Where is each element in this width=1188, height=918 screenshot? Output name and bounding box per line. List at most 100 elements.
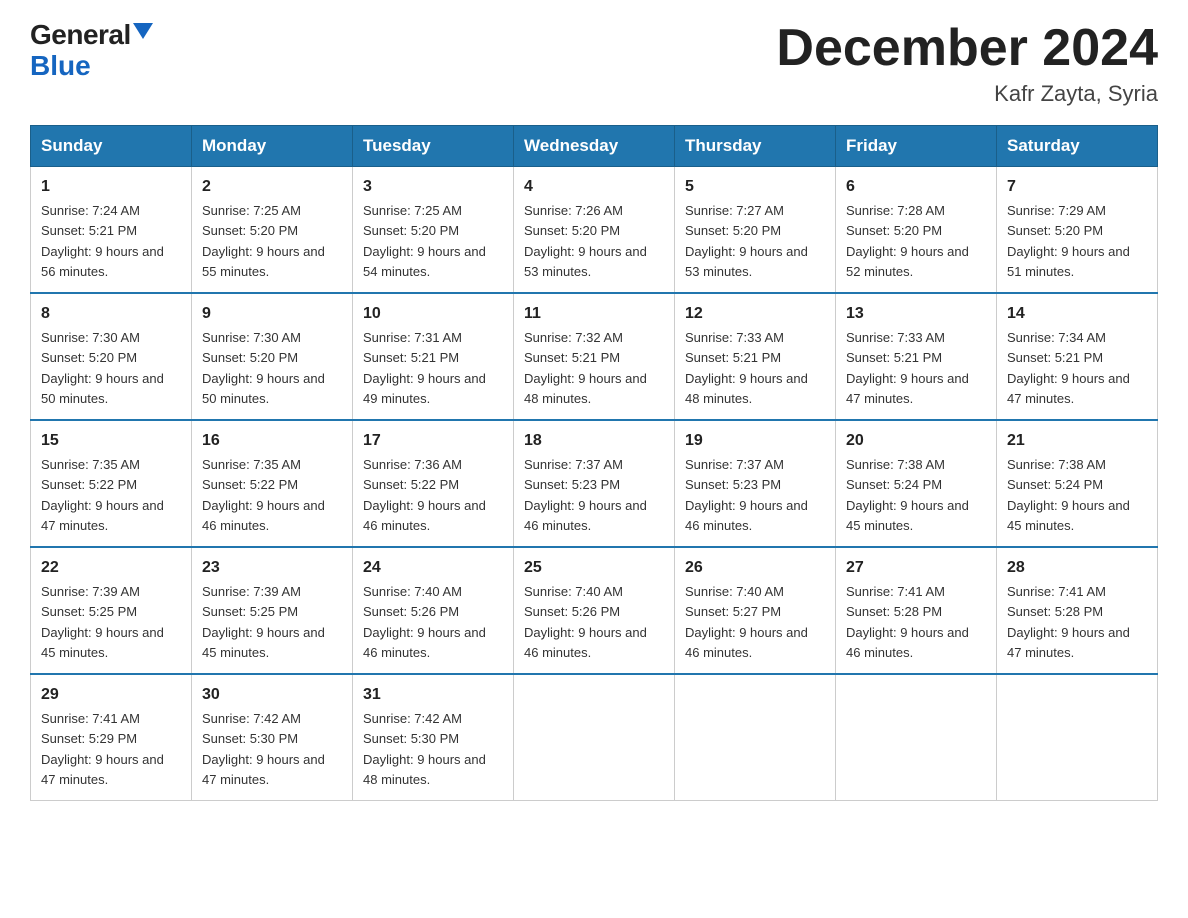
table-row: 26 Sunrise: 7:40 AMSunset: 5:27 PMDaylig… [675, 547, 836, 674]
day-number: 3 [363, 175, 503, 199]
calendar-week-row: 29 Sunrise: 7:41 AMSunset: 5:29 PMDaylig… [31, 674, 1158, 801]
page-header: General Blue December 2024 Kafr Zayta, S… [30, 20, 1158, 107]
day-info: Sunrise: 7:42 AMSunset: 5:30 PMDaylight:… [202, 711, 325, 787]
day-info: Sunrise: 7:33 AMSunset: 5:21 PMDaylight:… [846, 330, 969, 406]
calendar-week-row: 1 Sunrise: 7:24 AMSunset: 5:21 PMDayligh… [31, 167, 1158, 294]
day-number: 25 [524, 556, 664, 580]
day-number: 28 [1007, 556, 1147, 580]
title-block: December 2024 Kafr Zayta, Syria [776, 20, 1158, 107]
table-row [514, 674, 675, 801]
calendar-title: December 2024 [776, 20, 1158, 77]
day-info: Sunrise: 7:34 AMSunset: 5:21 PMDaylight:… [1007, 330, 1130, 406]
day-info: Sunrise: 7:36 AMSunset: 5:22 PMDaylight:… [363, 457, 486, 533]
day-number: 6 [846, 175, 986, 199]
table-row: 20 Sunrise: 7:38 AMSunset: 5:24 PMDaylig… [836, 420, 997, 547]
table-row: 7 Sunrise: 7:29 AMSunset: 5:20 PMDayligh… [997, 167, 1158, 294]
logo-blue-text: Blue [30, 50, 91, 81]
header-wednesday: Wednesday [514, 126, 675, 167]
day-number: 20 [846, 429, 986, 453]
day-info: Sunrise: 7:24 AMSunset: 5:21 PMDaylight:… [41, 203, 164, 279]
table-row: 18 Sunrise: 7:37 AMSunset: 5:23 PMDaylig… [514, 420, 675, 547]
day-number: 23 [202, 556, 342, 580]
table-row: 29 Sunrise: 7:41 AMSunset: 5:29 PMDaylig… [31, 674, 192, 801]
table-row [997, 674, 1158, 801]
day-number: 27 [846, 556, 986, 580]
header-thursday: Thursday [675, 126, 836, 167]
day-number: 29 [41, 683, 181, 707]
calendar-week-row: 8 Sunrise: 7:30 AMSunset: 5:20 PMDayligh… [31, 293, 1158, 420]
table-row: 2 Sunrise: 7:25 AMSunset: 5:20 PMDayligh… [192, 167, 353, 294]
table-row: 30 Sunrise: 7:42 AMSunset: 5:30 PMDaylig… [192, 674, 353, 801]
table-row: 10 Sunrise: 7:31 AMSunset: 5:21 PMDaylig… [353, 293, 514, 420]
day-info: Sunrise: 7:37 AMSunset: 5:23 PMDaylight:… [524, 457, 647, 533]
day-number: 18 [524, 429, 664, 453]
table-row: 14 Sunrise: 7:34 AMSunset: 5:21 PMDaylig… [997, 293, 1158, 420]
table-row: 22 Sunrise: 7:39 AMSunset: 5:25 PMDaylig… [31, 547, 192, 674]
logo-triangle-icon [133, 23, 153, 39]
table-row: 19 Sunrise: 7:37 AMSunset: 5:23 PMDaylig… [675, 420, 836, 547]
table-row: 25 Sunrise: 7:40 AMSunset: 5:26 PMDaylig… [514, 547, 675, 674]
day-info: Sunrise: 7:41 AMSunset: 5:28 PMDaylight:… [846, 584, 969, 660]
table-row: 5 Sunrise: 7:27 AMSunset: 5:20 PMDayligh… [675, 167, 836, 294]
day-number: 8 [41, 302, 181, 326]
day-info: Sunrise: 7:30 AMSunset: 5:20 PMDaylight:… [202, 330, 325, 406]
day-number: 26 [685, 556, 825, 580]
table-row: 1 Sunrise: 7:24 AMSunset: 5:21 PMDayligh… [31, 167, 192, 294]
table-row: 16 Sunrise: 7:35 AMSunset: 5:22 PMDaylig… [192, 420, 353, 547]
table-row: 28 Sunrise: 7:41 AMSunset: 5:28 PMDaylig… [997, 547, 1158, 674]
header-friday: Friday [836, 126, 997, 167]
day-number: 17 [363, 429, 503, 453]
day-info: Sunrise: 7:39 AMSunset: 5:25 PMDaylight:… [202, 584, 325, 660]
day-number: 7 [1007, 175, 1147, 199]
day-number: 11 [524, 302, 664, 326]
header-monday: Monday [192, 126, 353, 167]
table-row: 8 Sunrise: 7:30 AMSunset: 5:20 PMDayligh… [31, 293, 192, 420]
day-info: Sunrise: 7:40 AMSunset: 5:26 PMDaylight:… [363, 584, 486, 660]
day-info: Sunrise: 7:41 AMSunset: 5:29 PMDaylight:… [41, 711, 164, 787]
day-number: 1 [41, 175, 181, 199]
calendar-week-row: 15 Sunrise: 7:35 AMSunset: 5:22 PMDaylig… [31, 420, 1158, 547]
table-row: 11 Sunrise: 7:32 AMSunset: 5:21 PMDaylig… [514, 293, 675, 420]
header-sunday: Sunday [31, 126, 192, 167]
day-info: Sunrise: 7:40 AMSunset: 5:26 PMDaylight:… [524, 584, 647, 660]
table-row: 3 Sunrise: 7:25 AMSunset: 5:20 PMDayligh… [353, 167, 514, 294]
table-row: 27 Sunrise: 7:41 AMSunset: 5:28 PMDaylig… [836, 547, 997, 674]
table-row [675, 674, 836, 801]
table-row: 9 Sunrise: 7:30 AMSunset: 5:20 PMDayligh… [192, 293, 353, 420]
day-info: Sunrise: 7:38 AMSunset: 5:24 PMDaylight:… [1007, 457, 1130, 533]
day-info: Sunrise: 7:25 AMSunset: 5:20 PMDaylight:… [202, 203, 325, 279]
table-row: 6 Sunrise: 7:28 AMSunset: 5:20 PMDayligh… [836, 167, 997, 294]
day-number: 13 [846, 302, 986, 326]
day-number: 15 [41, 429, 181, 453]
header-tuesday: Tuesday [353, 126, 514, 167]
day-info: Sunrise: 7:37 AMSunset: 5:23 PMDaylight:… [685, 457, 808, 533]
day-number: 24 [363, 556, 503, 580]
table-row: 31 Sunrise: 7:42 AMSunset: 5:30 PMDaylig… [353, 674, 514, 801]
day-info: Sunrise: 7:27 AMSunset: 5:20 PMDaylight:… [685, 203, 808, 279]
logo-general-text: General [30, 20, 131, 51]
day-info: Sunrise: 7:26 AMSunset: 5:20 PMDaylight:… [524, 203, 647, 279]
day-number: 5 [685, 175, 825, 199]
day-number: 9 [202, 302, 342, 326]
logo: General Blue [30, 20, 153, 82]
day-info: Sunrise: 7:35 AMSunset: 5:22 PMDaylight:… [41, 457, 164, 533]
day-info: Sunrise: 7:39 AMSunset: 5:25 PMDaylight:… [41, 584, 164, 660]
calendar-table: Sunday Monday Tuesday Wednesday Thursday… [30, 125, 1158, 801]
table-row: 15 Sunrise: 7:35 AMSunset: 5:22 PMDaylig… [31, 420, 192, 547]
table-row: 4 Sunrise: 7:26 AMSunset: 5:20 PMDayligh… [514, 167, 675, 294]
day-info: Sunrise: 7:38 AMSunset: 5:24 PMDaylight:… [846, 457, 969, 533]
table-row: 24 Sunrise: 7:40 AMSunset: 5:26 PMDaylig… [353, 547, 514, 674]
day-info: Sunrise: 7:25 AMSunset: 5:20 PMDaylight:… [363, 203, 486, 279]
day-number: 10 [363, 302, 503, 326]
day-number: 19 [685, 429, 825, 453]
day-info: Sunrise: 7:35 AMSunset: 5:22 PMDaylight:… [202, 457, 325, 533]
day-number: 30 [202, 683, 342, 707]
day-info: Sunrise: 7:29 AMSunset: 5:20 PMDaylight:… [1007, 203, 1130, 279]
day-info: Sunrise: 7:40 AMSunset: 5:27 PMDaylight:… [685, 584, 808, 660]
table-row: 17 Sunrise: 7:36 AMSunset: 5:22 PMDaylig… [353, 420, 514, 547]
day-info: Sunrise: 7:33 AMSunset: 5:21 PMDaylight:… [685, 330, 808, 406]
day-number: 31 [363, 683, 503, 707]
header-saturday: Saturday [997, 126, 1158, 167]
day-info: Sunrise: 7:32 AMSunset: 5:21 PMDaylight:… [524, 330, 647, 406]
day-info: Sunrise: 7:42 AMSunset: 5:30 PMDaylight:… [363, 711, 486, 787]
